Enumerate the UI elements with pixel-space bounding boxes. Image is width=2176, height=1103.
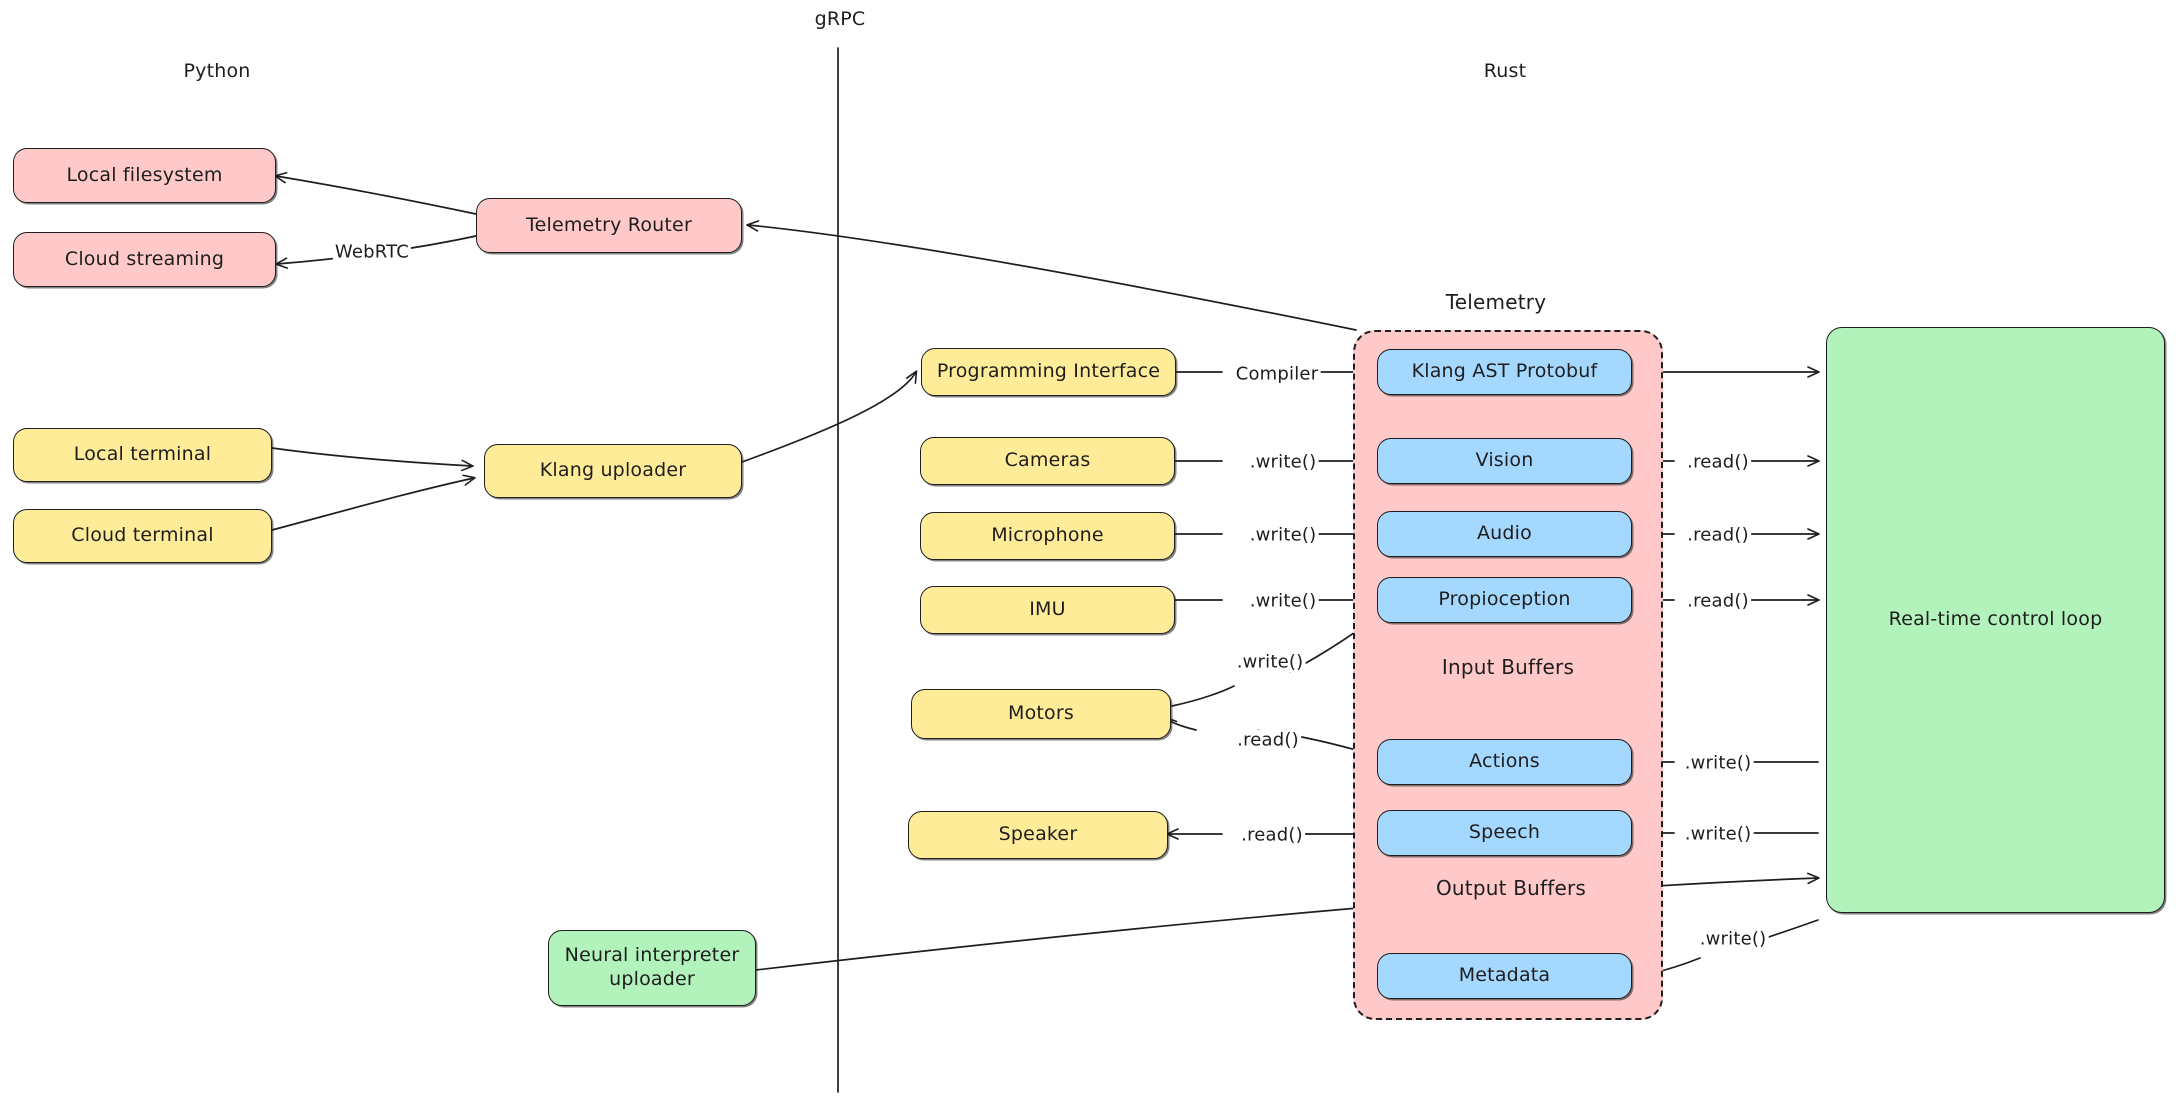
node-cloud-terminal-label: Cloud terminal	[71, 524, 214, 547]
grpc-divider	[836, 47, 840, 1093]
node-audio-label: Audio	[1476, 522, 1532, 545]
node-local-terminal[interactable]: Local terminal	[13, 428, 272, 482]
edge-label-motors-write: .write()	[1234, 651, 1306, 673]
node-imu[interactable]: IMU	[920, 586, 1175, 634]
node-cloud-streaming-label: Cloud streaming	[64, 247, 225, 270]
edge-label-motors-read: .read()	[1235, 729, 1301, 751]
node-local-filesystem[interactable]: Local filesystem	[13, 148, 276, 203]
lane-label-rust: Rust	[1483, 60, 1527, 82]
node-klang-uploader[interactable]: Klang uploader	[484, 444, 742, 498]
node-motors-label: Motors	[1007, 702, 1074, 725]
edge-label-cameras-write: .write()	[1247, 451, 1319, 473]
edge-local-terminal-to-uploader	[271, 447, 474, 472]
node-motors[interactable]: Motors	[911, 689, 1171, 739]
node-cameras[interactable]: Cameras	[920, 437, 1175, 485]
telemetry-group-label: Telemetry	[1445, 290, 1547, 314]
node-speaker[interactable]: Speaker	[908, 811, 1168, 859]
edge-telemetry-to-router	[746, 220, 1357, 331]
edge-label-speaker-read: .read()	[1239, 824, 1305, 846]
edge-label-webrtc: WebRTC	[332, 241, 412, 263]
node-speaker-label: Speaker	[998, 823, 1078, 846]
node-metadata[interactable]: Metadata	[1377, 953, 1632, 999]
lane-label-grpc: gRPC	[814, 8, 866, 30]
node-actions-label: Actions	[1469, 750, 1540, 773]
node-klang-uploader-label: Klang uploader	[539, 459, 687, 482]
output-buffers-label: Output Buffers	[1435, 876, 1587, 900]
edge-label-propioception-read: .read()	[1685, 590, 1751, 612]
node-programming-interface[interactable]: Programming Interface	[921, 348, 1176, 396]
edge-uploader-to-programming-interface	[741, 370, 918, 463]
edge-label-actions-write: .write()	[1682, 752, 1754, 774]
edge-label-microphone-write: .write()	[1247, 524, 1319, 546]
edge-cloud-terminal-to-uploader	[271, 474, 476, 531]
edge-label-imu-write: .write()	[1247, 590, 1319, 612]
lane-label-python: Python	[183, 60, 251, 82]
node-real-time-control-loop[interactable]: Real-time control loop	[1826, 327, 2165, 913]
node-cameras-label: Cameras	[1004, 449, 1091, 472]
node-cloud-terminal[interactable]: Cloud terminal	[13, 509, 272, 563]
node-propioception[interactable]: Propioception	[1377, 577, 1632, 623]
node-speech[interactable]: Speech	[1377, 810, 1632, 856]
node-speech-label: Speech	[1468, 821, 1541, 844]
node-vision[interactable]: Vision	[1377, 438, 1632, 484]
edge-label-speech-write: .write()	[1682, 823, 1754, 845]
node-propioception-label: Propioception	[1438, 588, 1571, 611]
edge-label-compiler: Compiler	[1233, 363, 1321, 385]
node-cloud-streaming[interactable]: Cloud streaming	[13, 232, 276, 287]
node-local-terminal-label: Local terminal	[73, 443, 212, 466]
node-neural-interpreter-uploader-label: Neural interpreter uploader	[564, 944, 740, 990]
edge-motors-to-propioception	[1171, 685, 1235, 707]
node-telemetry-router-label: Telemetry Router	[526, 213, 692, 236]
node-audio[interactable]: Audio	[1377, 511, 1632, 557]
node-microphone-label: Microphone	[991, 524, 1104, 547]
node-metadata-label: Metadata	[1458, 964, 1551, 987]
node-local-filesystem-label: Local filesystem	[66, 163, 223, 186]
node-microphone[interactable]: Microphone	[920, 512, 1175, 560]
diagram-canvas: Python gRPC Rust Telemetry Input Buffers…	[0, 0, 2176, 1103]
node-vision-label: Vision	[1475, 449, 1534, 472]
node-telemetry-router[interactable]: Telemetry Router	[476, 198, 742, 253]
edge-router-to-filesystem	[274, 171, 477, 215]
node-programming-interface-label: Programming Interface	[936, 360, 1161, 383]
node-actions[interactable]: Actions	[1377, 739, 1632, 785]
node-imu-label: IMU	[1029, 598, 1066, 621]
node-neural-interpreter-uploader[interactable]: Neural interpreter uploader	[548, 930, 756, 1006]
edge-label-metadata-write: .write()	[1697, 928, 1769, 950]
node-real-time-control-loop-label: Real-time control loop	[1888, 608, 2103, 631]
edge-label-audio-read: .read()	[1685, 524, 1751, 546]
node-klang-ast-protobuf-label: Klang AST Protobuf	[1411, 360, 1598, 383]
node-klang-ast-protobuf[interactable]: Klang AST Protobuf	[1377, 349, 1632, 395]
edge-label-vision-read: .read()	[1685, 451, 1751, 473]
input-buffers-label: Input Buffers	[1441, 655, 1575, 679]
